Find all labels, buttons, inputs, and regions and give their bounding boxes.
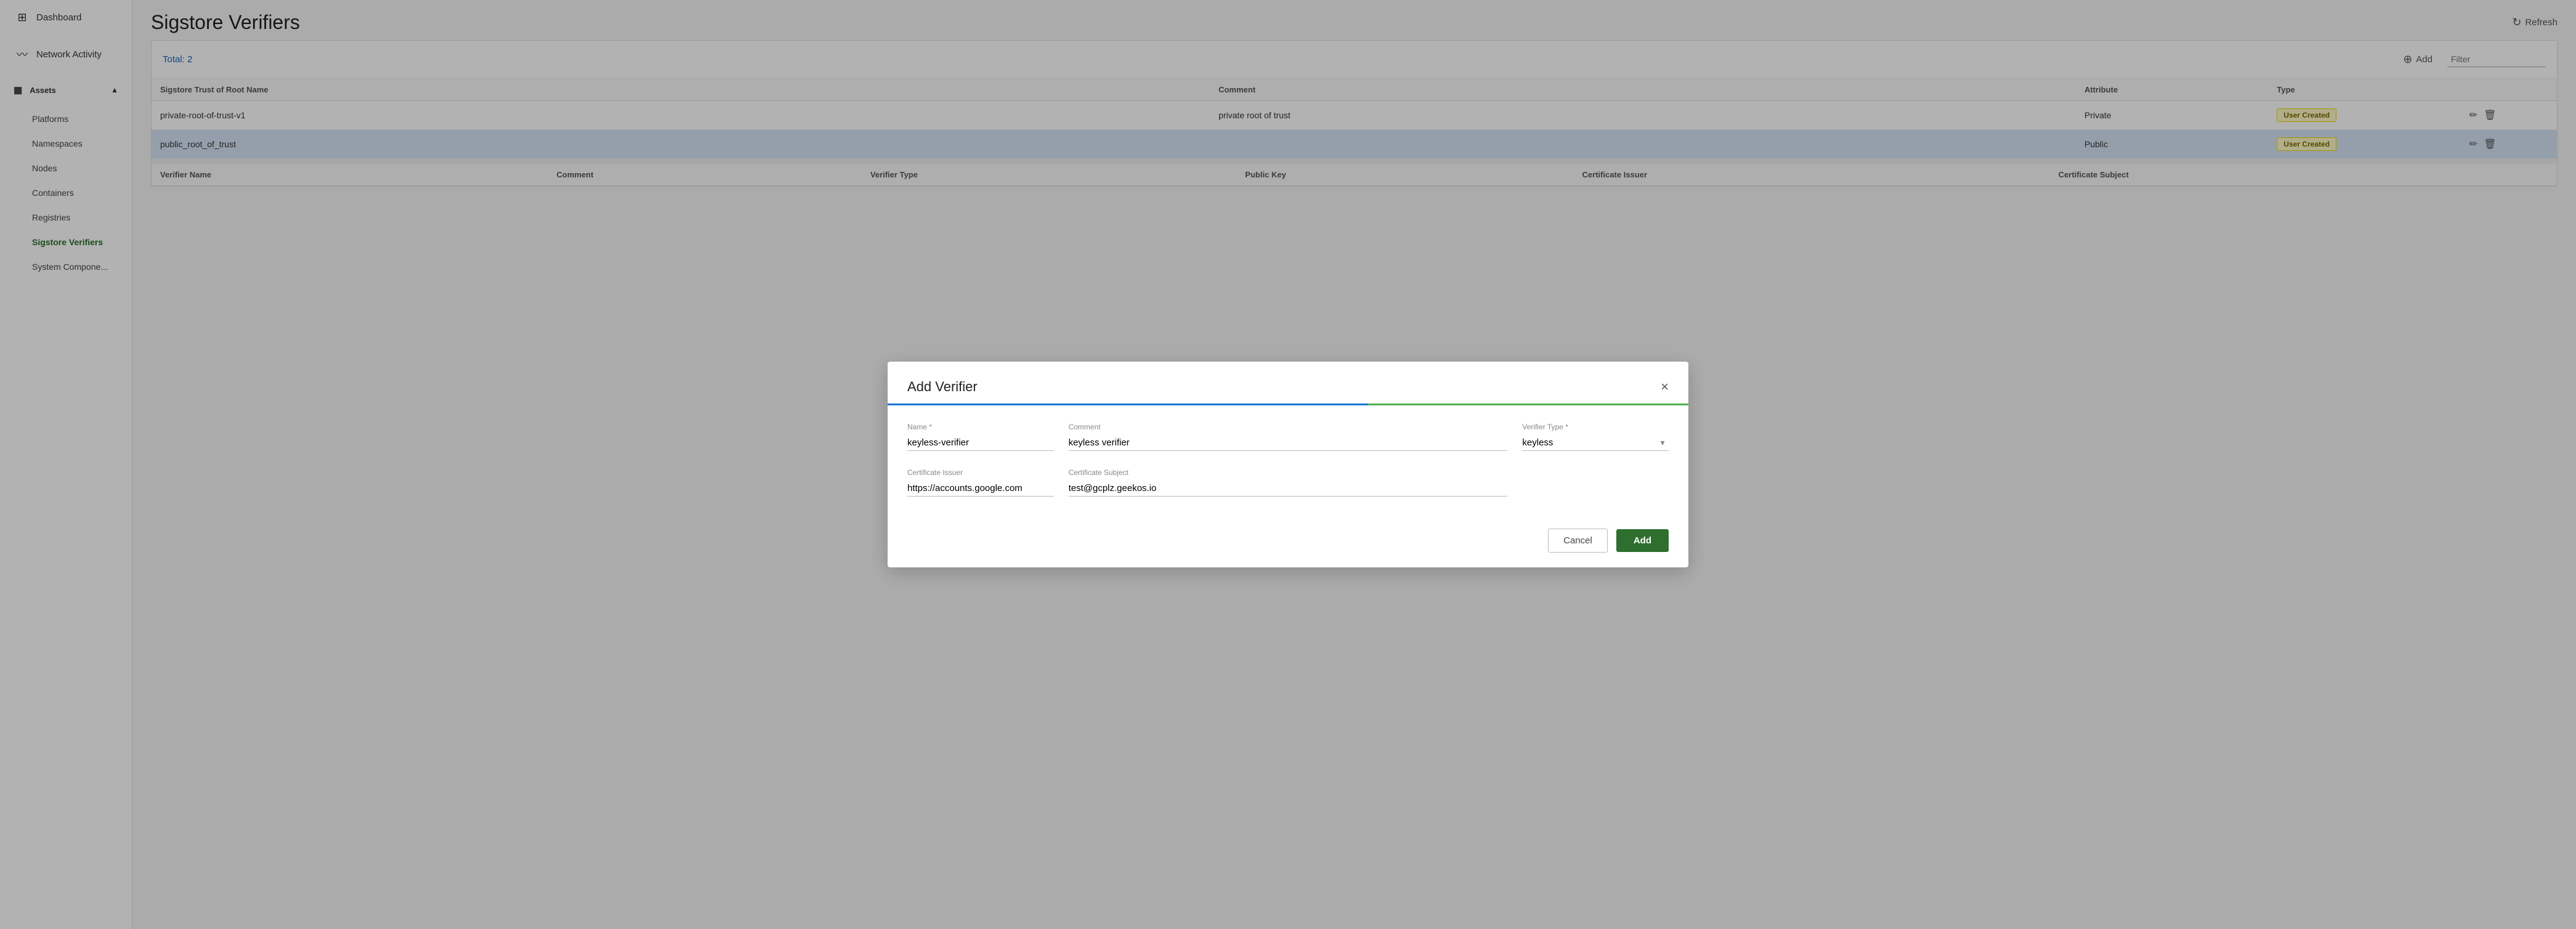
- cert-issuer-input[interactable]: [907, 481, 1054, 497]
- modal-footer: Cancel Add: [888, 529, 1688, 567]
- verifier-type-select-wrapper: keyless keypair ▼: [1522, 435, 1669, 451]
- cert-subject-label: Certificate Subject: [1069, 468, 1508, 477]
- verifier-type-select[interactable]: keyless keypair: [1522, 435, 1669, 450]
- modal-add-button[interactable]: Add: [1616, 529, 1669, 552]
- verifier-type-label: Verifier Type *: [1522, 423, 1669, 431]
- name-label: Name *: [907, 423, 1054, 431]
- comment-label: Comment: [1069, 423, 1508, 431]
- comment-field-group: Comment: [1069, 423, 1508, 451]
- comment-input[interactable]: [1069, 435, 1508, 451]
- modal-overlay: Add Verifier × Name * Comment Verifier T…: [0, 0, 2576, 929]
- modal-row-2: Certificate Issuer Certificate Subject: [907, 468, 1669, 497]
- cert-issuer-label: Certificate Issuer: [907, 468, 1054, 477]
- modal-body: Name * Comment Verifier Type * keyless k…: [888, 405, 1688, 529]
- modal-row-1: Name * Comment Verifier Type * keyless k…: [907, 423, 1669, 451]
- name-input[interactable]: [907, 435, 1054, 451]
- name-field-group: Name *: [907, 423, 1054, 451]
- cert-subject-field-group: Certificate Subject: [1069, 468, 1508, 497]
- modal-header: Add Verifier ×: [888, 362, 1688, 395]
- modal-title: Add Verifier: [907, 379, 978, 395]
- cancel-button[interactable]: Cancel: [1548, 529, 1608, 553]
- cert-subject-input[interactable]: [1069, 481, 1508, 497]
- modal-close-button[interactable]: ×: [1661, 380, 1669, 394]
- cert-issuer-field-group: Certificate Issuer: [907, 468, 1054, 497]
- verifier-type-field-group: Verifier Type * keyless keypair ▼: [1522, 423, 1669, 451]
- add-verifier-modal: Add Verifier × Name * Comment Verifier T…: [888, 362, 1688, 567]
